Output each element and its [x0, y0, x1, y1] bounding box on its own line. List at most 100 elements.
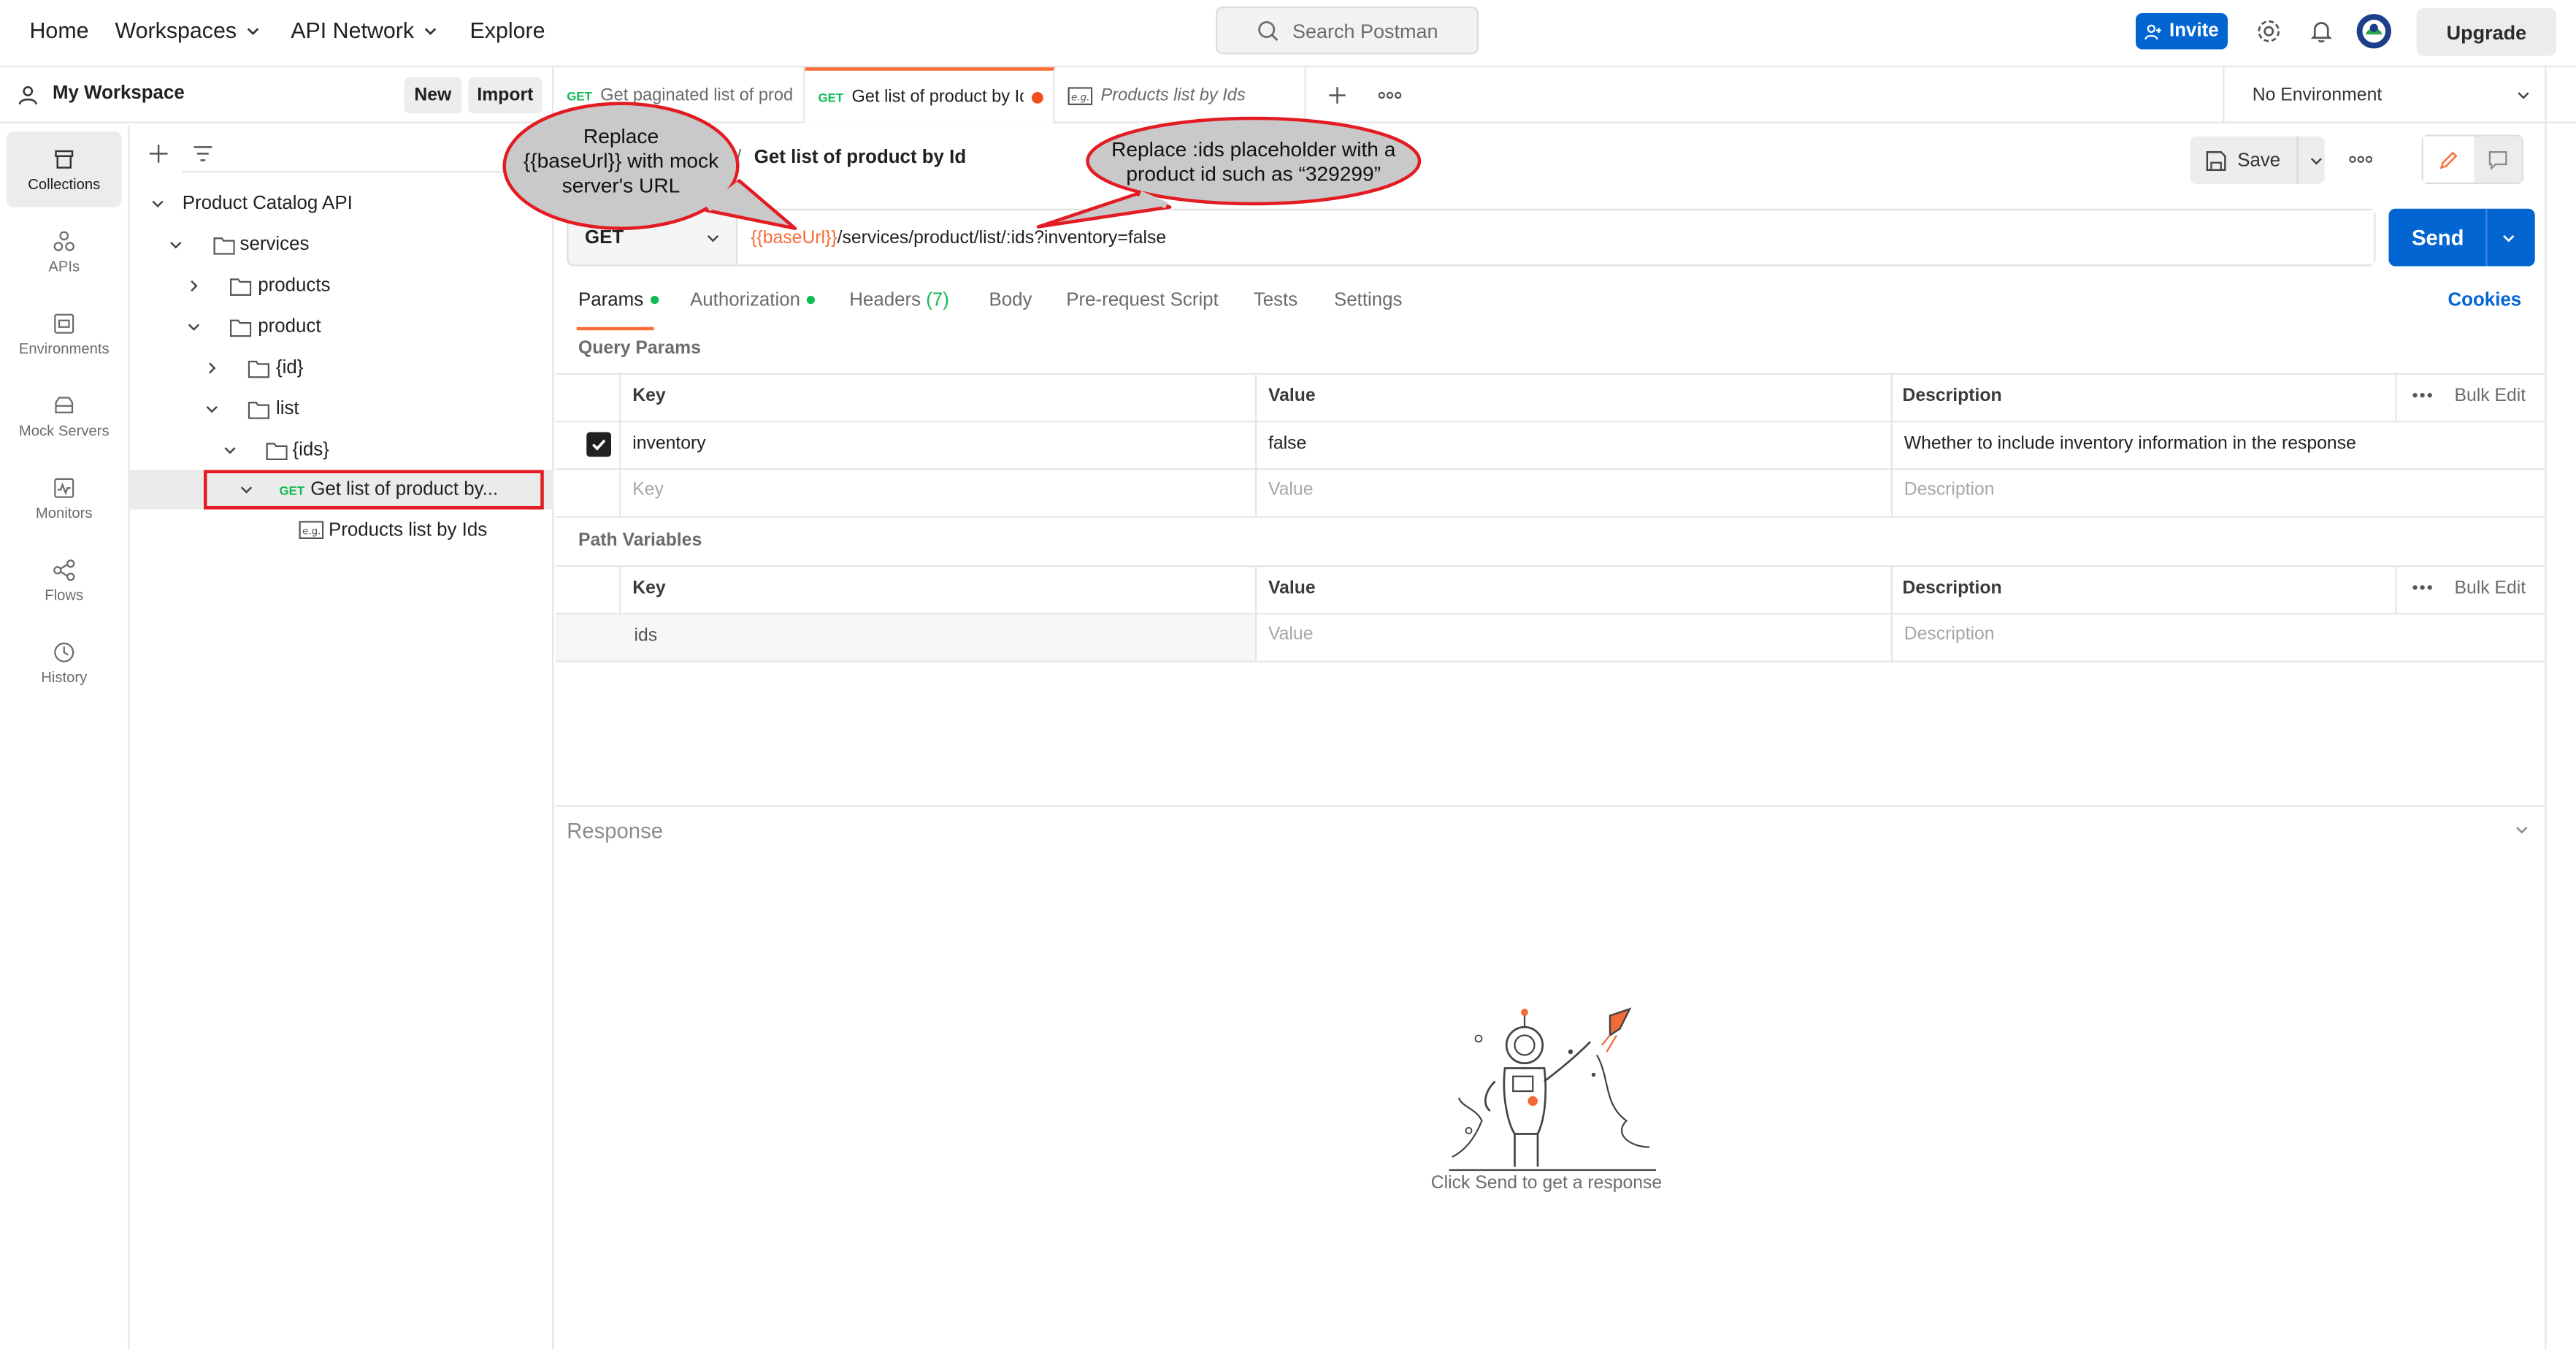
nav-workspaces[interactable]: Workspaces	[115, 18, 261, 43]
nav-api-network[interactable]: API Network	[291, 18, 439, 43]
param-checkbox[interactable]	[586, 432, 611, 457]
url-bar: GET {{baseUrl}} /services/product/list/:…	[567, 208, 2376, 267]
tree-label-product: product	[258, 317, 321, 337]
url-input[interactable]: {{baseUrl}} /services/product/list/:ids?…	[737, 210, 2374, 265]
cookies-link[interactable]: Cookies	[2448, 291, 2522, 310]
tab-bar: GET Get paginated list of prod GET Get l…	[553, 67, 2576, 123]
new-param-description-input[interactable]: Description	[1904, 480, 1995, 500]
sidebar-item-apis[interactable]: APIs	[7, 214, 122, 290]
highlight-box	[204, 470, 544, 510]
response-empty-message: Click Send to get a response	[1430, 1173, 1663, 1193]
folder-icon	[230, 318, 252, 337]
sidebar-item-environments[interactable]: Environments	[7, 296, 122, 372]
param-value[interactable]: false	[1268, 434, 1306, 454]
chevron-down-icon	[424, 27, 437, 34]
search-input[interactable]: Search Postman	[1216, 7, 1479, 55]
monitor-icon	[54, 477, 74, 497]
bell-icon[interactable]	[2308, 18, 2334, 45]
tab-params-label: Params	[578, 291, 644, 311]
trash-bin-icon	[55, 149, 74, 168]
send-button[interactable]: Send	[2388, 208, 2535, 267]
path-var-key: ids	[634, 626, 658, 646]
path-var-description-input[interactable]: Description	[1904, 624, 1995, 644]
tab-params[interactable]: Params	[578, 291, 659, 311]
more-options-icon[interactable]	[2349, 155, 2373, 165]
send-label: Send	[2412, 225, 2464, 250]
tab-headers-label: Headers	[849, 291, 921, 311]
sidebar-item-collections[interactable]: Collections	[7, 131, 122, 207]
filter-icon	[193, 146, 212, 161]
sidebar-item-monitors[interactable]: Monitors	[7, 460, 122, 536]
chevron-right-icon	[208, 362, 216, 374]
param-description[interactable]: Whether to include inventory information…	[1904, 434, 2356, 454]
unsaved-dot	[1032, 91, 1044, 103]
tree-item-ids[interactable]: {ids}	[130, 431, 554, 470]
tab-headers[interactable]: Headers (7)	[849, 291, 949, 310]
workspace-name[interactable]: My Workspace	[53, 84, 185, 104]
chevron-down-icon	[2502, 234, 2514, 242]
tree-label-products: products	[258, 276, 331, 296]
new-button[interactable]: New	[404, 77, 462, 114]
comment-icon	[2488, 150, 2507, 170]
flows-icon	[53, 559, 75, 581]
nav-home-label: Home	[29, 18, 89, 43]
nav-explore[interactable]: Explore	[470, 18, 545, 43]
new-param-key-input[interactable]: Key	[632, 480, 664, 500]
apis-icon	[53, 230, 74, 251]
environment-icon	[54, 313, 74, 333]
response-title[interactable]: Response	[567, 819, 663, 844]
gear-icon[interactable]	[2255, 18, 2282, 45]
tree-label-ids: {ids}	[292, 440, 329, 460]
bulk-edit-button[interactable]: Bulk Edit	[2455, 578, 2526, 598]
tab-settings[interactable]: Settings	[1334, 291, 1403, 310]
sidebar-item-history[interactable]: History	[7, 624, 122, 700]
sidebar-item-flows[interactable]: Flows	[7, 543, 122, 619]
server-icon	[55, 396, 74, 413]
nav-home[interactable]: Home	[30, 18, 89, 43]
folder-icon	[213, 237, 235, 254]
folder-icon	[230, 278, 252, 295]
tree-item-id[interactable]: {id}	[130, 348, 554, 388]
tree-item-list[interactable]: list	[130, 389, 554, 429]
sidebar-item-mock-servers[interactable]: Mock Servers	[7, 378, 122, 454]
tab-authorization[interactable]: Authorization	[690, 291, 816, 310]
divider	[555, 805, 2545, 807]
tab-tests-label: Tests	[1253, 291, 1298, 311]
environment-select[interactable]: No Environment	[2223, 67, 2553, 123]
save-label: Save	[2237, 150, 2281, 170]
more-tabs-icon[interactable]	[1378, 91, 1402, 101]
more-options-icon[interactable]	[2412, 584, 2433, 592]
tree-item-services[interactable]: services	[130, 225, 554, 264]
tree-item-products[interactable]: products	[130, 267, 554, 306]
chevron-down-icon[interactable]	[2514, 822, 2531, 838]
invite-button[interactable]: Invite	[2136, 13, 2228, 50]
new-param-value-input[interactable]: Value	[1268, 480, 1313, 500]
bulk-edit-button[interactable]: Bulk Edit	[2455, 386, 2526, 406]
tree-item-product[interactable]: product	[130, 307, 554, 347]
status-dot	[807, 297, 816, 305]
comments-view-button[interactable]	[2474, 136, 2522, 183]
tree-label-list: list	[276, 399, 299, 419]
plus-icon[interactable]	[148, 143, 169, 164]
tree-item-example[interactable]: e.g. Products list by Ids	[130, 511, 554, 551]
path-var-value-input[interactable]: Value	[1268, 624, 1313, 644]
callout-right-line: product id such as “329299”	[1126, 162, 1381, 186]
avatar[interactable]	[2356, 13, 2393, 50]
upgrade-button[interactable]: Upgrade	[2416, 8, 2556, 56]
more-options-icon[interactable]	[2412, 391, 2433, 400]
tree-item-root[interactable]: Product Catalog API	[130, 184, 554, 223]
user-icon	[18, 86, 37, 105]
tab-prerequest-script[interactable]: Pre-request Script	[1066, 291, 1219, 310]
svg-text:e.g.: e.g.	[1071, 91, 1089, 102]
new-tab-icon[interactable]	[1327, 85, 1347, 105]
chevron-down-icon	[2311, 157, 2323, 164]
column-header-description: Description	[1902, 386, 2002, 406]
tab-tests[interactable]: Tests	[1254, 291, 1297, 310]
search-icon	[1257, 20, 1278, 41]
tab-get-list-by-id[interactable]: GET Get list of product by Id	[805, 67, 1055, 123]
tab-body[interactable]: Body	[989, 291, 1032, 310]
param-key[interactable]: inventory	[632, 434, 705, 454]
callout-left-line: Replace	[583, 125, 659, 148]
save-button[interactable]: Save	[2190, 136, 2325, 184]
edit-view-button[interactable]	[2423, 136, 2475, 183]
